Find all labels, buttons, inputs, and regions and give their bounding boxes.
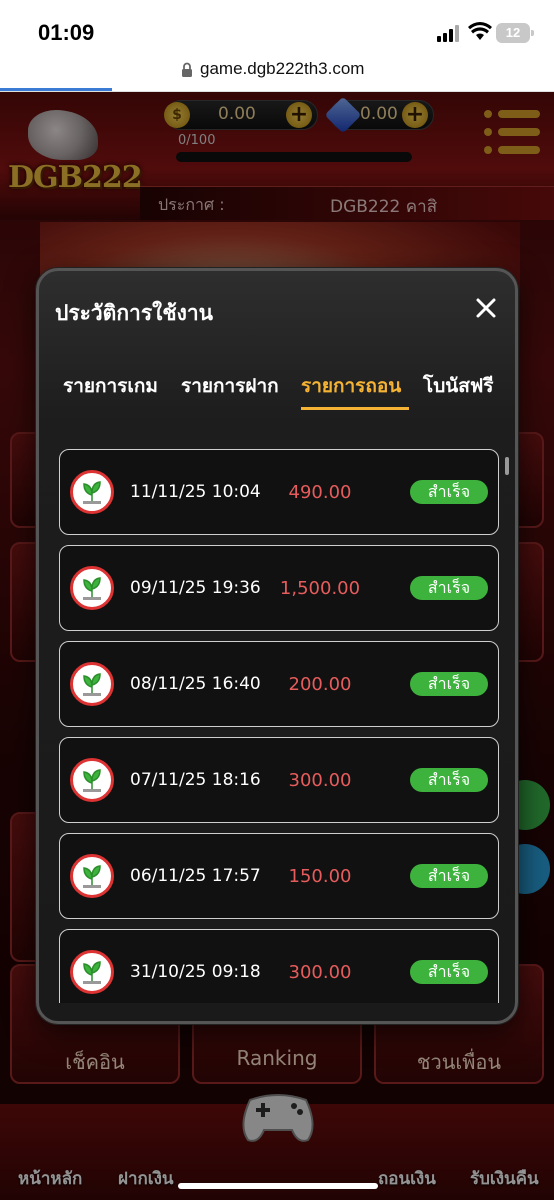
kbank-logo-icon xyxy=(70,950,114,994)
status-badge: สำเร็จ xyxy=(410,480,488,504)
tab-deposit-history[interactable]: รายการฝาก xyxy=(181,371,279,401)
signal-icon xyxy=(437,24,461,42)
transaction-row[interactable]: 07/11/25 18:16 300.00 สำเร็จ xyxy=(59,737,499,823)
close-icon[interactable] xyxy=(469,291,503,325)
history-tabs: รายการเกม รายการฝาก รายการถอน โบนัสฟรี xyxy=(39,351,515,415)
clock: 01:09 xyxy=(38,20,95,45)
transaction-date: 11/11/25 10:04 xyxy=(130,482,261,502)
wifi-icon xyxy=(468,22,492,40)
status-badge: สำเร็จ xyxy=(410,864,488,888)
transaction-date: 08/11/25 16:40 xyxy=(130,674,261,694)
home-indicator xyxy=(178,1183,378,1189)
status-bar: 01:09 12 xyxy=(0,0,554,56)
transaction-amount: 1,500.00 xyxy=(279,578,361,599)
kbank-logo-icon xyxy=(70,854,114,898)
lock-icon xyxy=(182,62,192,77)
transaction-amount: 490.00 xyxy=(288,482,352,503)
tab-game-history[interactable]: รายการเกม xyxy=(63,371,158,401)
status-badge: สำเร็จ xyxy=(410,960,488,984)
transaction-amount: 300.00 xyxy=(288,962,352,983)
transaction-date: 07/11/25 18:16 xyxy=(130,770,261,790)
modal-title: ประวัติการใช้งาน xyxy=(55,301,214,325)
tab-withdraw-history[interactable]: รายการถอน xyxy=(301,371,401,401)
status-badge: สำเร็จ xyxy=(410,576,488,600)
transaction-row[interactable]: 08/11/25 16:40 200.00 สำเร็จ xyxy=(59,641,499,727)
transaction-row[interactable]: 06/11/25 17:57 150.00 สำเร็จ xyxy=(59,833,499,919)
transaction-amount: 200.00 xyxy=(288,674,352,695)
status-badge: สำเร็จ xyxy=(410,672,488,696)
transaction-list[interactable]: 11/11/25 10:04 490.00 สำเร็จ 09/11/25 19… xyxy=(59,447,503,1003)
transaction-row[interactable]: 09/11/25 19:36 1,500.00 สำเร็จ xyxy=(59,545,499,631)
kbank-logo-icon xyxy=(70,566,114,610)
transaction-amount: 150.00 xyxy=(288,866,352,887)
address-bar[interactable]: game.dgb222th3.com xyxy=(0,56,554,92)
kbank-logo-icon xyxy=(70,662,114,706)
list-scrollbar[interactable] xyxy=(505,457,509,475)
active-tab-indicator xyxy=(301,407,409,410)
tab-free-bonus[interactable]: โบนัสฟรี xyxy=(423,371,494,401)
transaction-date: 31/10/25 09:18 xyxy=(130,962,261,982)
history-modal: ประวัติการใช้งาน รายการเกม รายการฝาก ราย… xyxy=(36,268,518,1024)
transaction-amount: 300.00 xyxy=(288,770,352,791)
status-badge: สำเร็จ xyxy=(410,768,488,792)
kbank-logo-icon xyxy=(70,758,114,802)
transaction-date: 09/11/25 19:36 xyxy=(130,578,261,598)
app-root: 01:09 12 game.dgb222th3.com DGB222 $ 0.0… xyxy=(0,0,554,1200)
battery-icon: 12 xyxy=(496,23,534,43)
transaction-date: 06/11/25 17:57 xyxy=(130,866,261,886)
kbank-logo-icon xyxy=(70,470,114,514)
transaction-row[interactable]: 11/11/25 10:04 490.00 สำเร็จ xyxy=(59,449,499,535)
transaction-row[interactable]: 31/10/25 09:18 300.00 สำเร็จ xyxy=(59,929,499,1003)
page-load-progress xyxy=(0,88,112,91)
url-text: game.dgb222th3.com xyxy=(200,59,365,78)
